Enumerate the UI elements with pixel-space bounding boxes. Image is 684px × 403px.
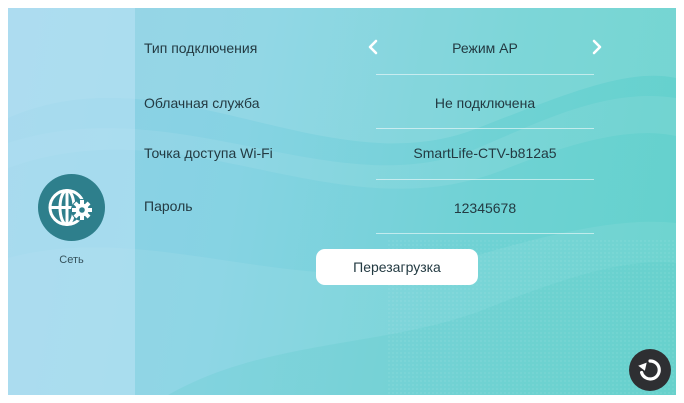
sidebar: Сеть	[8, 8, 135, 395]
password-label: Пароль	[144, 198, 193, 214]
connection-type-value[interactable]: Режим AP	[376, 40, 594, 56]
divider	[376, 179, 594, 180]
reboot-button[interactable]: Перезагрузка	[316, 249, 478, 285]
wifi-access-point-value[interactable]: SmartLife-CTV-b812a5	[376, 145, 594, 161]
connection-type-label: Тип подключения	[144, 40, 258, 56]
wifi-access-point-label: Точка доступа Wi-Fi	[144, 145, 273, 161]
sidebar-item-label: Сеть	[59, 254, 84, 266]
divider	[376, 74, 594, 75]
sidebar-item-network[interactable]: Сеть	[8, 174, 135, 274]
cloud-service-value[interactable]: Не подключена	[376, 95, 594, 111]
password-value[interactable]: 12345678	[376, 200, 594, 216]
divider	[376, 233, 594, 234]
network-settings-screen: Сеть Тип подключения Режим AP Облачная с…	[8, 8, 676, 395]
divider	[376, 128, 594, 129]
cloud-service-label: Облачная служба	[144, 95, 260, 111]
back-arrow-icon	[638, 359, 661, 381]
globe-gear-icon	[38, 174, 105, 241]
back-button[interactable]	[629, 349, 671, 391]
chevron-right-icon[interactable]	[590, 39, 604, 55]
